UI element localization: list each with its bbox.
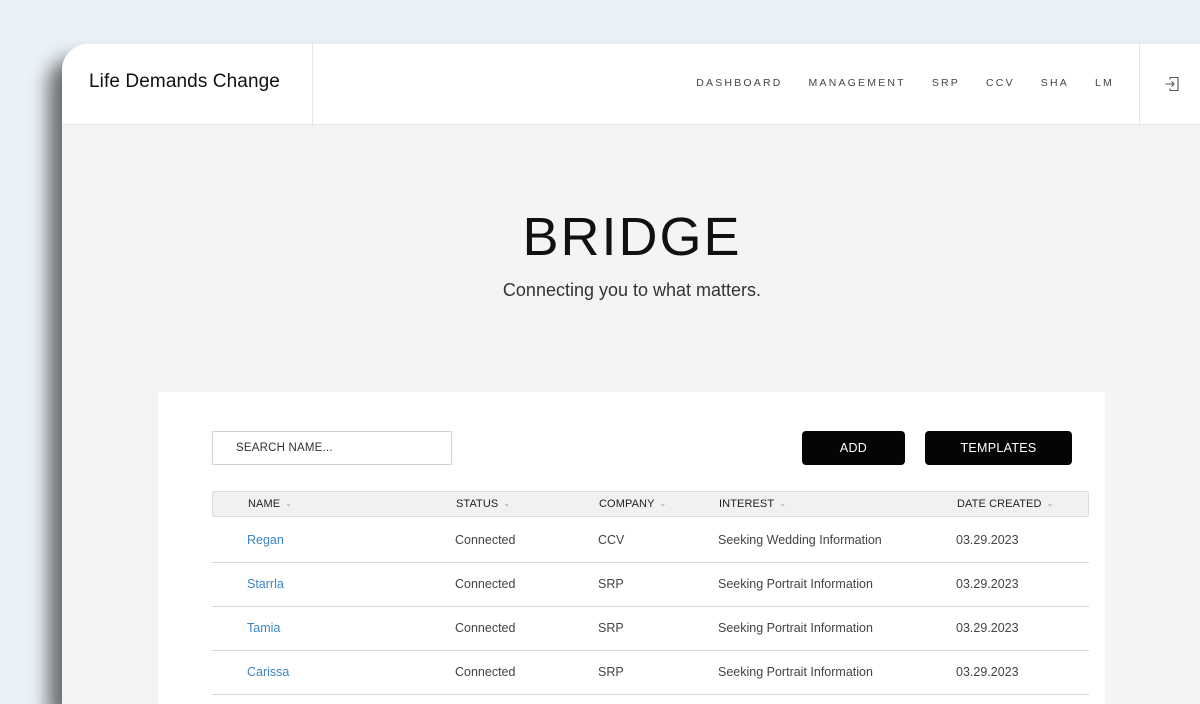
column-header-label: STATUS bbox=[456, 498, 499, 510]
table-row[interactable]: Starrla Connected SRP Seeking Portrait I… bbox=[212, 562, 1089, 607]
top-navbar: Life Demands Change DASHBOARD MANAGEMENT… bbox=[62, 44, 1200, 125]
table-row[interactable]: Carissa Connected SRP Seeking Portrait I… bbox=[212, 650, 1089, 695]
nav-item-management[interactable]: MANAGEMENT bbox=[809, 77, 906, 89]
date-created-cell: 03.29.2023 bbox=[956, 665, 1019, 679]
nav-item-ccv[interactable]: CCV bbox=[986, 77, 1015, 89]
column-header-status[interactable]: STATUS ⌄ bbox=[456, 498, 510, 510]
column-header-name[interactable]: NAME ⌄ bbox=[248, 498, 292, 510]
status-cell: Connected bbox=[455, 533, 516, 547]
interest-cell: Seeking Portrait Information bbox=[718, 621, 873, 635]
app-window: Life Demands Change DASHBOARD MANAGEMENT… bbox=[62, 44, 1200, 704]
column-header-interest[interactable]: INTEREST ⌄ bbox=[719, 498, 786, 510]
table-header: NAME ⌄ STATUS ⌄ COMPANY ⌄ INTEREST ⌄ DATE CR… bbox=[212, 491, 1089, 517]
column-header-company[interactable]: COMPANY ⌄ bbox=[599, 498, 666, 510]
chevron-down-icon: ⌄ bbox=[779, 499, 787, 508]
company-cell: SRP bbox=[598, 665, 624, 679]
logout-button[interactable] bbox=[1139, 44, 1200, 124]
chevron-down-icon: ⌄ bbox=[1046, 499, 1054, 508]
chevron-down-icon: ⌄ bbox=[285, 499, 292, 508]
page-subtitle: Connecting you to what matters. bbox=[502, 280, 762, 300]
company-cell: SRP bbox=[598, 577, 624, 591]
status-cell: Connected bbox=[455, 577, 516, 591]
company-cell: SRP bbox=[598, 621, 624, 635]
date-created-cell: 03.29.2023 bbox=[956, 621, 1019, 635]
logout-icon[interactable] bbox=[1164, 76, 1180, 92]
nav-item-lm[interactable]: LM bbox=[1095, 77, 1114, 89]
nav-item-srp[interactable]: SRP bbox=[932, 77, 960, 89]
nav-item-sha[interactable]: SHA bbox=[1041, 77, 1069, 89]
contact-name-link[interactable]: Starrla bbox=[247, 577, 284, 591]
page-title: BRIDGE bbox=[522, 207, 742, 267]
table-row[interactable]: Regan Connected CCV Seeking Wedding Info… bbox=[212, 518, 1089, 563]
search-input[interactable] bbox=[212, 431, 452, 465]
main-nav: DASHBOARD MANAGEMENT SRP CCV SHA LM bbox=[696, 77, 1114, 89]
date-created-cell: 03.29.2023 bbox=[956, 533, 1019, 547]
brand[interactable]: Life Demands Change bbox=[62, 44, 313, 124]
templates-button[interactable]: TEMPLATES bbox=[925, 431, 1072, 465]
chevron-down-icon: ⌄ bbox=[659, 499, 667, 508]
nav-item-dashboard[interactable]: DASHBOARD bbox=[696, 77, 782, 89]
status-cell: Connected bbox=[455, 665, 516, 679]
brand-name[interactable]: Life Demands Change bbox=[89, 71, 280, 93]
company-cell: CCV bbox=[598, 533, 625, 547]
date-created-cell: 03.29.2023 bbox=[956, 577, 1019, 591]
interest-cell: Seeking Portrait Information bbox=[718, 665, 873, 679]
column-header-label: DATE CREATED bbox=[957, 498, 1042, 510]
column-header-label: INTEREST bbox=[719, 498, 775, 510]
column-header-date-created[interactable]: DATE CREATED ⌄ bbox=[957, 498, 1053, 510]
column-header-label: COMPANY bbox=[599, 498, 655, 510]
table-row[interactable]: Tamia Connected SRP Seeking Portrait Inf… bbox=[212, 606, 1089, 651]
contact-name-link[interactable]: Tamia bbox=[247, 621, 280, 635]
contact-name-link[interactable]: Regan bbox=[247, 533, 284, 547]
add-button[interactable]: ADD bbox=[802, 431, 905, 465]
contact-name-link[interactable]: Carissa bbox=[247, 665, 289, 679]
column-header-label: NAME bbox=[248, 498, 281, 510]
interest-cell: Seeking Wedding Information bbox=[718, 533, 882, 547]
status-cell: Connected bbox=[455, 621, 516, 635]
chevron-down-icon: ⌄ bbox=[503, 499, 511, 508]
interest-cell: Seeking Portrait Information bbox=[718, 577, 873, 591]
contacts-card: ADD TEMPLATES NAME ⌄ STATUS ⌄ COMPANY ⌄ INT… bbox=[158, 392, 1105, 704]
